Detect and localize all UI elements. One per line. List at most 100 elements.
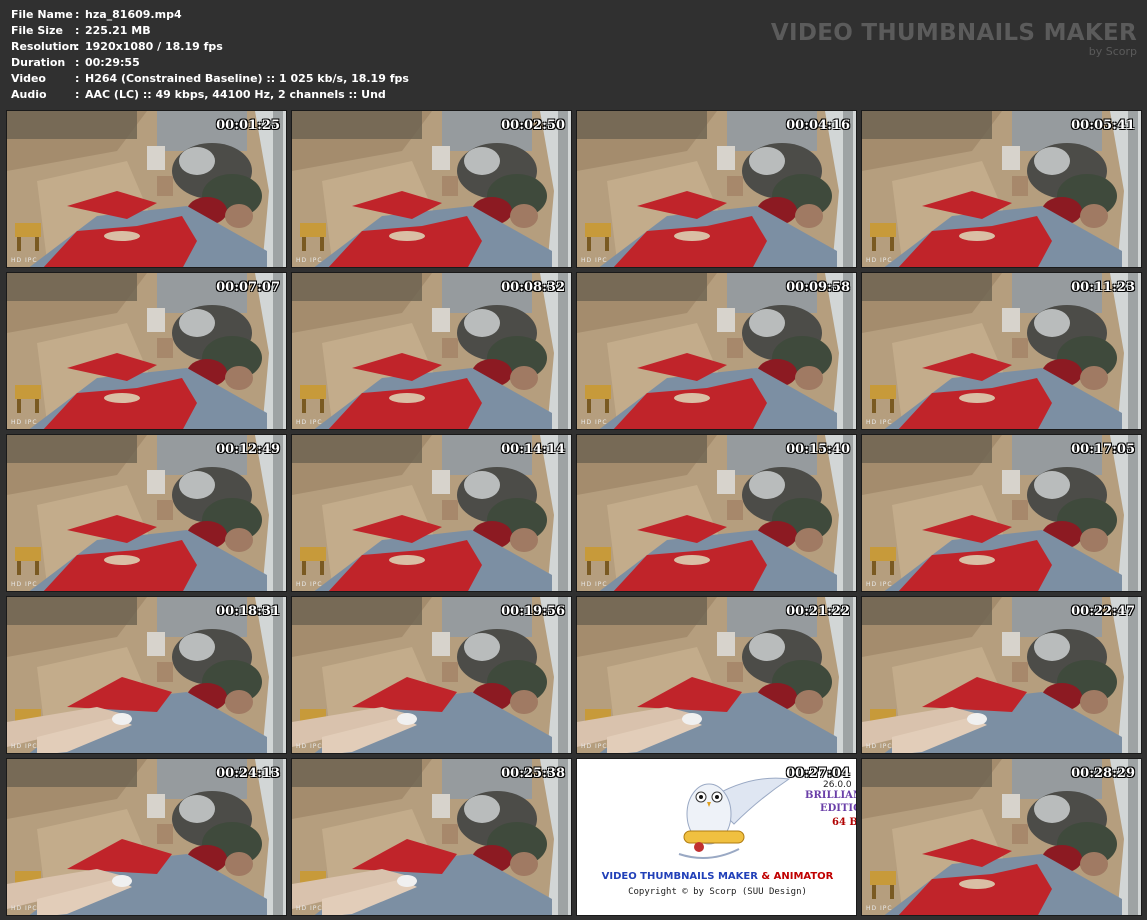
video-frame-image — [7, 273, 286, 429]
video-thumbnail[interactable]: HD IPC 00:15:40 — [576, 434, 857, 592]
thumbnail-timecode: 00:01:25 — [216, 118, 280, 133]
video-frame-image — [577, 111, 856, 267]
promo-edition-line: BRILLIANC — [805, 790, 856, 801]
info-label: Audio — [11, 88, 47, 101]
video-thumbnail[interactable]: HD IPC 00:17:05 — [861, 434, 1142, 592]
video-thumbnail[interactable]: HD IPC 00:05:41 — [861, 110, 1142, 268]
info-separator: : — [75, 24, 80, 37]
thumbnail-timecode: 00:04:16 — [786, 118, 850, 133]
info-label: File Size — [11, 24, 63, 37]
thumbnail-timecode: 00:19:56 — [501, 604, 565, 619]
thumbnail-timecode: 00:02:50 — [501, 118, 565, 133]
camera-watermark: HD IPC — [11, 419, 38, 426]
video-thumbnail[interactable]: HD IPC 00:11:23 — [861, 272, 1142, 430]
video-thumbnail[interactable]: HD IPC 00:08:32 — [291, 272, 572, 430]
video-thumbnail[interactable]: HD IPC 00:02:50 — [291, 110, 572, 268]
thumbnail-timecode: 00:22:47 — [1071, 604, 1135, 619]
video-thumbnail[interactable]: HD IPC 00:14:14 — [291, 434, 572, 592]
info-label: Duration — [11, 56, 66, 69]
info-separator: : — [75, 56, 80, 69]
thumbnail-timecode: 00:09:58 — [786, 280, 850, 295]
info-value: 225.21 MB — [85, 24, 151, 37]
camera-watermark: HD IPC — [866, 581, 893, 588]
camera-watermark: HD IPC — [581, 743, 608, 750]
video-frame-image — [862, 111, 1141, 267]
camera-watermark: HD IPC — [581, 581, 608, 588]
video-thumbnail[interactable]: HD IPC 00:04:16 — [576, 110, 857, 268]
thumbnail-timecode: 00:27:04 — [786, 766, 850, 781]
thumbnail-timecode: 00:11:23 — [1071, 280, 1135, 295]
promo-copyright: Copyright © by Scorp (SUU Design) — [628, 887, 807, 897]
video-frame-image — [292, 597, 571, 753]
info-separator: : — [75, 8, 80, 21]
video-thumbnail[interactable]: HD IPC 00:24:13 — [6, 758, 287, 916]
video-thumbnail[interactable]: HD IPC 00:12:49 — [6, 434, 287, 592]
info-value: hza_81609.mp4 — [85, 8, 182, 21]
camera-watermark: HD IPC — [296, 257, 323, 264]
brand-subtitle: by Scorp — [1088, 45, 1137, 58]
video-thumbnail[interactable]: HD IPC 00:25:38 — [291, 758, 572, 916]
video-frame-image — [862, 273, 1141, 429]
camera-watermark: HD IPC — [11, 581, 38, 588]
promo-title: VIDEO THUMBNAILS MAKER & ANIMATOR — [577, 871, 856, 882]
info-label: File Name — [11, 8, 73, 21]
info-separator: : — [75, 72, 80, 85]
thumbnail-timecode: 00:17:05 — [1071, 442, 1135, 457]
promo-edition-line: 64 BI — [832, 817, 856, 828]
camera-watermark: HD IPC — [866, 905, 893, 912]
video-frame-image — [292, 111, 571, 267]
owl-logo-icon — [678, 777, 791, 859]
video-frame-image — [577, 597, 856, 753]
info-label: Video — [11, 72, 46, 85]
promo-title-part2: & ANIMATOR — [757, 871, 834, 882]
camera-watermark: HD IPC — [11, 257, 38, 264]
info-value: 1920x1080 / 18.19 fps — [85, 40, 223, 53]
video-frame-image — [292, 759, 571, 915]
info-value: 00:29:55 — [85, 56, 140, 69]
camera-watermark: HD IPC — [11, 905, 38, 912]
info-separator: : — [75, 88, 80, 101]
camera-watermark: HD IPC — [866, 419, 893, 426]
info-value: AAC (LC) :: 49 kbps, 44100 Hz, 2 channel… — [85, 88, 386, 101]
camera-watermark: HD IPC — [866, 743, 893, 750]
thumbnail-timecode: 00:24:13 — [216, 766, 280, 781]
camera-watermark: HD IPC — [581, 419, 608, 426]
promo-title-part1: VIDEO THUMBNAILS MAKER — [601, 871, 758, 882]
video-frame-image — [577, 273, 856, 429]
thumbnail-timecode: 00:21:22 — [786, 604, 850, 619]
video-thumbnail[interactable]: HD IPC 00:19:56 — [291, 596, 572, 754]
thumbnail-timecode: 00:08:32 — [501, 280, 565, 295]
video-frame-image — [7, 111, 286, 267]
camera-watermark: HD IPC — [11, 743, 38, 750]
brand-logo: VIDEO THUMBNAILS MAKER by Scorp — [771, 20, 1137, 58]
thumbnail-timecode: 00:14:14 — [501, 442, 565, 457]
thumbnail-timecode: 00:28:29 — [1071, 766, 1135, 781]
camera-watermark: HD IPC — [296, 581, 323, 588]
video-frame-image — [577, 435, 856, 591]
thumbnail-timecode: 00:25:38 — [501, 766, 565, 781]
video-thumbnail[interactable]: 26.0.0BRILLIANC EDITIO 64 BI VIDEO THUMBNAI… — [576, 758, 857, 916]
info-separator: : — [75, 40, 80, 53]
video-thumbnail[interactable]: HD IPC 00:01:25 — [6, 110, 287, 268]
brand-title: VIDEO THUMBNAILS MAKER — [770, 20, 1137, 46]
video-thumbnail[interactable]: HD IPC 00:28:29 — [861, 758, 1142, 916]
video-frame-image — [7, 435, 286, 591]
video-thumbnail[interactable]: HD IPC 00:07:07 — [6, 272, 287, 430]
video-frame-image — [292, 273, 571, 429]
thumbnail-timecode: 00:05:41 — [1071, 118, 1135, 133]
video-frame-image — [7, 759, 286, 915]
promo-version: 26.0.0 — [823, 780, 852, 790]
video-frame-image — [7, 597, 286, 753]
info-label: Resolution — [11, 40, 78, 53]
camera-watermark: HD IPC — [296, 419, 323, 426]
video-frame-image — [862, 435, 1141, 591]
video-thumbnail[interactable]: HD IPC 00:21:22 — [576, 596, 857, 754]
video-frame-image — [862, 597, 1141, 753]
video-thumbnail[interactable]: HD IPC 00:09:58 — [576, 272, 857, 430]
thumbnail-timecode: 00:18:31 — [216, 604, 280, 619]
video-frame-image — [292, 435, 571, 591]
thumbnail-timecode: 00:07:07 — [216, 280, 280, 295]
video-thumbnail[interactable]: HD IPC 00:22:47 — [861, 596, 1142, 754]
camera-watermark: HD IPC — [296, 743, 323, 750]
video-thumbnail[interactable]: HD IPC 00:18:31 — [6, 596, 287, 754]
